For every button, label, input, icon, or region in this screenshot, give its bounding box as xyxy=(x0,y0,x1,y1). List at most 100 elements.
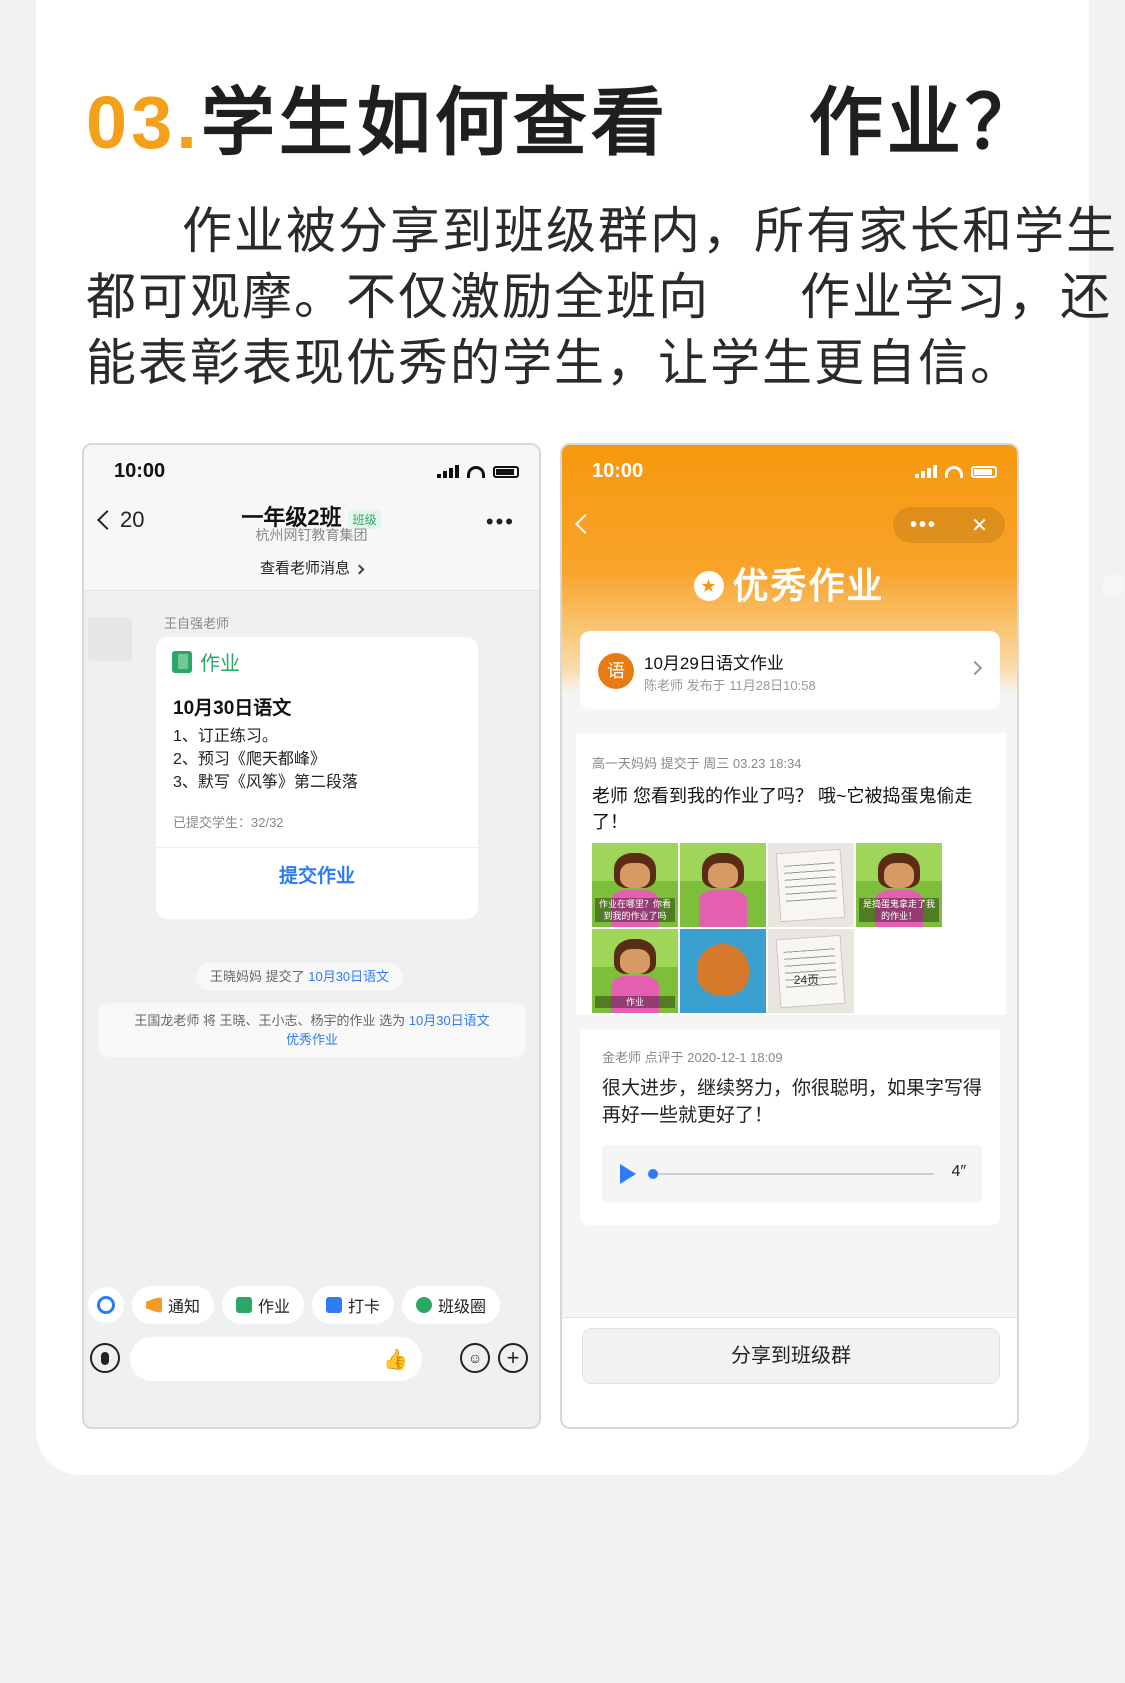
submission-photo[interactable]: 24页 xyxy=(768,929,854,1013)
excellent-homework-link[interactable]: 优秀作业 xyxy=(286,1032,338,1047)
homework-card[interactable]: 作业 10月30日语文 1、订正练习。 2、预习《爬天都峰》 3、默写《风筝》第… xyxy=(156,637,478,919)
more-button[interactable]: ••• xyxy=(486,509,515,535)
scroll-indicator xyxy=(1102,574,1124,596)
notice-button[interactable]: 通知 xyxy=(132,1286,215,1324)
assignment-card[interactable]: 语 10月29日语文作业 陈老师 发布于 11月28日10:58 xyxy=(580,631,1000,709)
share-to-class-group-button[interactable]: 分享到班级群 xyxy=(582,1328,1000,1384)
audio-progress-knob[interactable] xyxy=(648,1169,658,1179)
photo-caption: 是捣蛋鬼拿走了我的作业！ xyxy=(859,897,939,922)
signal-icon xyxy=(915,465,937,478)
system-message-submitted: 王晓妈妈 提交了 10月30日语文 xyxy=(196,963,404,991)
quick-toolbar: 通知 作业 打卡 班级圈 xyxy=(84,1283,539,1327)
message-input-bar: 👍 ☺ + xyxy=(84,1335,539,1387)
play-icon[interactable] xyxy=(620,1164,636,1184)
thumbs-up-icon[interactable]: 👍 xyxy=(383,1347,408,1372)
homework-title: 10月30日语文 xyxy=(173,698,292,719)
photo-caption: 作业在哪里？你看到我的作业了吗 xyxy=(595,897,675,922)
mini-app-capsule: ••• ✕ xyxy=(893,507,1005,543)
status-time: 10:00 xyxy=(114,460,166,482)
submission-photo[interactable] xyxy=(768,843,854,927)
more-button[interactable]: ••• xyxy=(910,514,937,537)
chevron-right-icon xyxy=(967,660,983,676)
left-phone-screenshot: 10:00 20 一年级2班 班级 杭州网钉教育集团 ••• 查看老师消息 王自强… xyxy=(82,443,541,1429)
homework-item: 3、默写《风筝》第二段落 xyxy=(173,774,358,791)
submission-photo[interactable] xyxy=(680,929,766,1013)
bottom-action-bar: 分享到班级群 xyxy=(562,1317,1017,1427)
divider xyxy=(156,847,478,848)
emoji-icon[interactable]: ☺ xyxy=(460,1343,490,1373)
battery-icon xyxy=(971,466,997,478)
description-line-3: 能表彰表现优秀的学生，让学生更自信。 xyxy=(86,335,1022,391)
audio-progress-bar[interactable] xyxy=(652,1173,934,1175)
headline: 03.学生如何查看 作业？ xyxy=(86,78,1043,168)
notice-label: 通知 xyxy=(168,1299,201,1316)
message-input[interactable]: 👍 xyxy=(130,1337,422,1381)
description: 作业被分享到班级群内，所有家长和学生 都可观摩。不仅激励全班向 作业学习，还 能表… xyxy=(86,198,1116,396)
mic-icon[interactable] xyxy=(90,1343,120,1373)
submission-meta: 高一天妈妈 提交于 周三 03.23 18:34 xyxy=(592,756,802,771)
description-line-1: 作业被分享到班级群内，所有家长和学生 xyxy=(182,203,1118,259)
wifi-icon xyxy=(945,466,963,478)
homework-items: 1、订正练习。 2、预习《爬天都峰》 3、默写《风筝》第二段落 xyxy=(173,725,358,794)
view-teacher-messages-label: 查看老师消息 xyxy=(259,560,350,577)
avatar[interactable] xyxy=(88,617,132,661)
homework-label: 作业 xyxy=(258,1299,291,1316)
assistant-icon xyxy=(97,1296,115,1314)
system-message-excellent: 王国龙老师 将 王晓、王小志、杨宇的作业 选为 10月30日语文 优秀作业 xyxy=(98,1003,526,1057)
submission-photo[interactable]: 作业在哪里？你看到我的作业了吗 xyxy=(592,843,678,927)
voice-comment-player: 4″ xyxy=(602,1145,982,1203)
homework-link[interactable]: 10月30日语文 xyxy=(409,1013,490,1028)
checkin-button[interactable]: 打卡 xyxy=(312,1286,395,1324)
photo-caption: 24页 xyxy=(793,973,820,987)
chevron-right-icon xyxy=(354,564,365,574)
award-title: 优秀作业 xyxy=(562,557,1017,609)
system-message-text: 王国龙老师 将 王晓、王小志、杨宇的作业 选为 xyxy=(134,1013,409,1028)
submission-photo[interactable] xyxy=(680,843,766,927)
submission-post: 高一天妈妈 提交于 周三 03.23 18:34 老师 您看到我的作业了吗？ 哦… xyxy=(576,733,1006,1015)
notice-icon xyxy=(146,1297,162,1313)
homework-icon xyxy=(236,1297,253,1313)
homework-item: 1、订正练习。 xyxy=(173,728,278,745)
headline-part1: 学生如何查看 xyxy=(200,81,669,164)
medal-icon xyxy=(694,571,725,601)
award-title-text: 优秀作业 xyxy=(732,565,885,606)
homework-tag-label: 作业 xyxy=(200,653,240,675)
headline-part2: 作业？ xyxy=(808,81,1043,164)
homework-item: 2、预习《爬天都峰》 xyxy=(173,751,326,768)
teacher-comment: 金老师 点评于 2020-12-1 18:09 很大进步，继续努力，你很聪明，如… xyxy=(580,1029,1000,1225)
chat-subtitle: 杭州网钉教育集团 xyxy=(255,527,368,543)
photo-grid: 作业在哪里？你看到我的作业了吗 是捣蛋鬼拿走了我的作业！ 作业 24页 xyxy=(592,843,944,1013)
system-message-text: 王晓妈妈 提交了 xyxy=(210,969,309,984)
assignment-title: 10月29日语文作业 xyxy=(644,654,784,673)
wifi-icon xyxy=(467,466,485,478)
sender-name: 王自强老师 xyxy=(164,616,230,631)
assistant-button[interactable] xyxy=(88,1287,124,1323)
battery-icon xyxy=(493,466,519,478)
submitted-count: 已提交学生：32/32 xyxy=(173,815,284,830)
status-time: 10:00 xyxy=(592,460,644,482)
submit-homework-button[interactable]: 提交作业 xyxy=(156,861,478,888)
homework-tag: 作业 xyxy=(172,647,240,676)
signal-icon xyxy=(437,465,459,478)
submission-photo[interactable]: 作业 xyxy=(592,929,678,1013)
chat-header: 10:00 20 一年级2班 班级 杭州网钉教育集团 ••• 查看老师消息 xyxy=(84,445,539,591)
description-line-2a: 都可观摩。不仅激励全班向 xyxy=(86,269,710,325)
status-icons xyxy=(437,465,519,478)
view-teacher-messages-link[interactable]: 查看老师消息 xyxy=(84,557,539,578)
photo-caption: 作业 xyxy=(595,995,675,1008)
homework-link[interactable]: 10月30日语文 xyxy=(308,969,389,984)
class-circle-button[interactable]: 班级圈 xyxy=(402,1286,501,1324)
class-circle-label: 班级圈 xyxy=(438,1299,487,1316)
back-chevron-icon[interactable] xyxy=(575,514,595,534)
status-icons xyxy=(915,465,997,478)
checkin-icon xyxy=(326,1297,343,1313)
plus-icon[interactable]: + xyxy=(498,1343,528,1373)
description-line-2b: 作业学习，还 xyxy=(800,269,1112,325)
homework-button[interactable]: 作业 xyxy=(222,1286,305,1324)
homework-icon xyxy=(172,650,192,673)
submission-photo[interactable]: 是捣蛋鬼拿走了我的作业！ xyxy=(856,843,942,927)
close-icon[interactable]: ✕ xyxy=(971,513,988,538)
assignment-subtitle: 陈老师 发布于 11月28日10:58 xyxy=(644,678,816,693)
headline-number: 03. xyxy=(86,81,201,164)
comment-meta: 金老师 点评于 2020-12-1 18:09 xyxy=(602,1050,783,1065)
